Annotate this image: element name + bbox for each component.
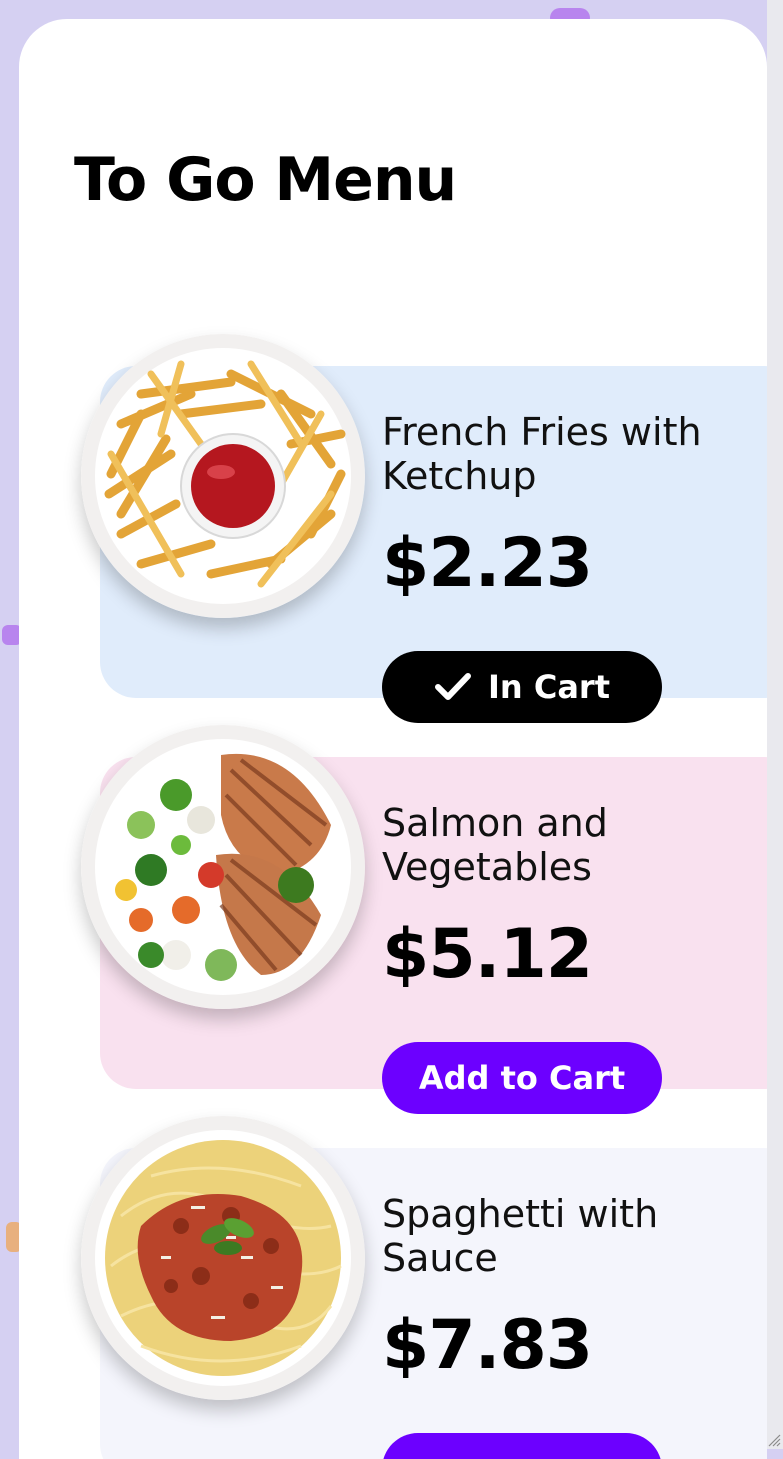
vertical-scrollbar[interactable] <box>767 0 783 1449</box>
salmon-vegetables-image <box>81 725 365 1009</box>
menu-item: French Fries with Ketchup $2.23 In Cart <box>19 334 767 723</box>
page-title: To Go Menu <box>74 145 457 215</box>
item-name: Salmon and Vegetables <box>382 801 608 889</box>
spaghetti-image <box>81 1116 365 1400</box>
item-name: Spaghetti with Sauce <box>382 1192 659 1280</box>
item-price: $5.12 <box>382 915 593 994</box>
item-price: $7.83 <box>382 1306 593 1385</box>
resize-grip-icon[interactable] <box>767 1433 781 1447</box>
item-name: French Fries with Ketchup <box>382 410 702 498</box>
menu-card: To Go Menu French Fries with Ketchup $2.… <box>19 19 767 1459</box>
add-to-cart-label: Add to Cart <box>418 1059 626 1097</box>
item-price: $2.23 <box>382 524 593 603</box>
menu-item: Salmon and Vegetables $5.12 Add to Cart <box>19 725 767 1114</box>
check-icon <box>435 673 471 700</box>
in-cart-button[interactable]: In Cart <box>382 651 662 723</box>
french-fries-image <box>81 334 365 618</box>
in-cart-label: In Cart <box>488 668 610 706</box>
add-to-cart-button[interactable]: Add to Cart <box>382 1042 662 1114</box>
add-to-cart-button[interactable] <box>382 1433 662 1459</box>
menu-item: Spaghetti with Sauce $7.83 <box>19 1116 767 1459</box>
